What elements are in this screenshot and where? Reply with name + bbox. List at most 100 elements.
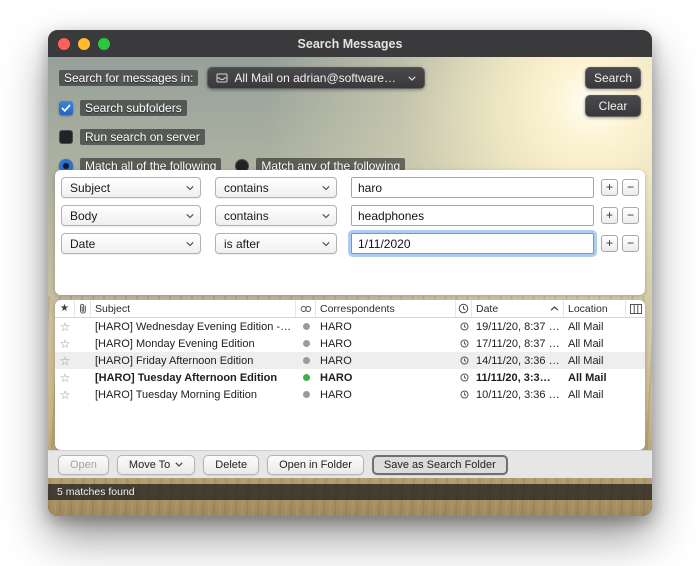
received-cell	[456, 322, 472, 331]
search-subfolders-checkbox[interactable]	[59, 101, 73, 115]
criteria-value-input[interactable]	[351, 205, 594, 226]
star-outline-icon[interactable]: ☆	[60, 321, 71, 333]
message-subject: [HARO] Tuesday Afternoon Edition	[91, 372, 296, 384]
read-dot	[303, 340, 310, 347]
message-date: 14/11/20, 3:36 …	[472, 355, 564, 367]
clock-icon	[460, 322, 469, 331]
delete-button[interactable]: Delete	[203, 455, 259, 475]
criteria-operator-value: contains	[224, 181, 269, 195]
star-column-header[interactable]: ★	[55, 300, 75, 317]
open-in-folder-button[interactable]: Open in Folder	[267, 455, 364, 475]
message-correspondents: HARO	[316, 372, 456, 384]
read-status-cell[interactable]	[296, 391, 316, 398]
criteria-field-select[interactable]: Body	[61, 205, 201, 226]
save-as-search-folder-button[interactable]: Save as Search Folder	[372, 455, 508, 475]
date-column-label: Date	[476, 303, 498, 315]
clear-button[interactable]: Clear	[585, 95, 641, 117]
read-status-cell[interactable]	[296, 323, 316, 330]
correspondents-column-header[interactable]: Correspondents	[316, 300, 456, 317]
criteria-operator-value: contains	[224, 209, 269, 223]
received-cell	[456, 390, 472, 399]
message-subject: [HARO] Tuesday Morning Edition	[91, 389, 296, 401]
search-in-label: Search for messages in:	[59, 70, 198, 86]
table-row[interactable]: ☆ [HARO] Tuesday Morning Edition HARO 10…	[55, 386, 645, 403]
criteria-operator-select[interactable]: is after	[215, 233, 337, 254]
table-row[interactable]: ☆ [HARO] Wednesday Evening Edition - … H…	[55, 318, 645, 335]
location-column-header[interactable]: Location	[564, 300, 626, 317]
read-column-header[interactable]	[296, 300, 316, 317]
criteria-panel: Subject contains + − Body contains	[55, 170, 645, 295]
read-status-cell[interactable]	[296, 374, 316, 381]
run-on-server-checkbox[interactable]	[59, 130, 73, 144]
clock-icon	[458, 303, 469, 314]
folder-selector[interactable]: All Mail on adrian@softwarehow.com	[207, 67, 425, 89]
window-title: Search Messages	[298, 37, 403, 51]
add-criteria-button[interactable]: +	[601, 235, 618, 252]
add-criteria-button[interactable]: +	[601, 207, 618, 224]
table-row[interactable]: ☆ [HARO] Tuesday Afternoon Edition HARO …	[55, 369, 645, 386]
message-location: All Mail	[564, 321, 626, 333]
zoom-button[interactable]	[98, 38, 110, 50]
criteria-field-select[interactable]: Subject	[61, 177, 201, 198]
star-outline-icon[interactable]: ☆	[60, 389, 71, 401]
message-subject: [HARO] Monday Evening Edition	[91, 338, 296, 350]
remove-criteria-button[interactable]: −	[622, 179, 639, 196]
message-location: All Mail	[564, 338, 626, 350]
criteria-value-input[interactable]	[351, 233, 594, 254]
search-messages-window: Search Messages Search for messages in: …	[48, 30, 652, 516]
run-on-server-label: Run search on server	[80, 129, 205, 145]
message-correspondents: HARO	[316, 321, 456, 333]
read-dot	[303, 391, 310, 398]
criteria-operator-select[interactable]: contains	[215, 177, 337, 198]
message-correspondents: HARO	[316, 389, 456, 401]
chevron-down-icon	[322, 213, 330, 218]
read-status-cell[interactable]	[296, 340, 316, 347]
titlebar[interactable]: Search Messages	[48, 30, 652, 57]
check-icon	[61, 104, 71, 112]
criteria-operator-select[interactable]: contains	[215, 205, 337, 226]
chevron-down-icon	[408, 76, 416, 81]
clock-icon	[460, 390, 469, 399]
remove-criteria-button[interactable]: −	[622, 207, 639, 224]
sort-ascending-icon	[550, 306, 559, 311]
message-location: All Mail	[564, 372, 626, 384]
received-cell	[456, 373, 472, 382]
open-button[interactable]: Open	[58, 455, 109, 475]
attachment-column-header[interactable]	[75, 300, 91, 317]
star-outline-icon[interactable]: ☆	[60, 355, 71, 367]
table-row[interactable]: ☆ [HARO] Monday Evening Edition HARO 17/…	[55, 335, 645, 352]
star-outline-icon[interactable]: ☆	[60, 372, 71, 384]
message-location: All Mail	[564, 389, 626, 401]
star-outline-icon[interactable]: ☆	[60, 338, 71, 350]
criteria-field-value: Date	[70, 237, 95, 251]
search-button[interactable]: Search	[585, 67, 641, 89]
column-picker-button[interactable]	[626, 300, 645, 317]
clock-icon	[460, 356, 469, 365]
star-icon: ★	[60, 303, 69, 314]
add-criteria-button[interactable]: +	[601, 179, 618, 196]
results-header: ★ Subject Correspondents Date Location	[55, 300, 645, 318]
table-row[interactable]: ☆ [HARO] Friday Afternoon Edition HARO 1…	[55, 352, 645, 369]
criteria-field-select[interactable]: Date	[61, 233, 201, 254]
date-column-header[interactable]: Date	[472, 300, 564, 317]
close-button[interactable]	[58, 38, 70, 50]
received-column-header[interactable]	[456, 300, 472, 317]
message-correspondents: HARO	[316, 338, 456, 350]
subject-column-header[interactable]: Subject	[91, 300, 296, 317]
criteria-field-value: Body	[70, 209, 97, 223]
read-status-cell[interactable]	[296, 357, 316, 364]
minimize-button[interactable]	[78, 38, 90, 50]
message-location: All Mail	[564, 355, 626, 367]
status-text: 5 matches found	[57, 486, 135, 498]
criteria-value-input[interactable]	[351, 177, 594, 198]
mail-folder-icon	[216, 73, 228, 83]
search-subfolders-label: Search subfolders	[80, 100, 187, 116]
chevron-down-icon	[186, 241, 194, 246]
message-date: 11/11/20, 3:3…	[472, 372, 564, 384]
read-dot	[303, 323, 310, 330]
received-cell	[456, 356, 472, 365]
chevron-down-icon	[186, 213, 194, 218]
move-to-button[interactable]: Move To	[117, 455, 195, 475]
remove-criteria-button[interactable]: −	[622, 235, 639, 252]
received-cell	[456, 339, 472, 348]
